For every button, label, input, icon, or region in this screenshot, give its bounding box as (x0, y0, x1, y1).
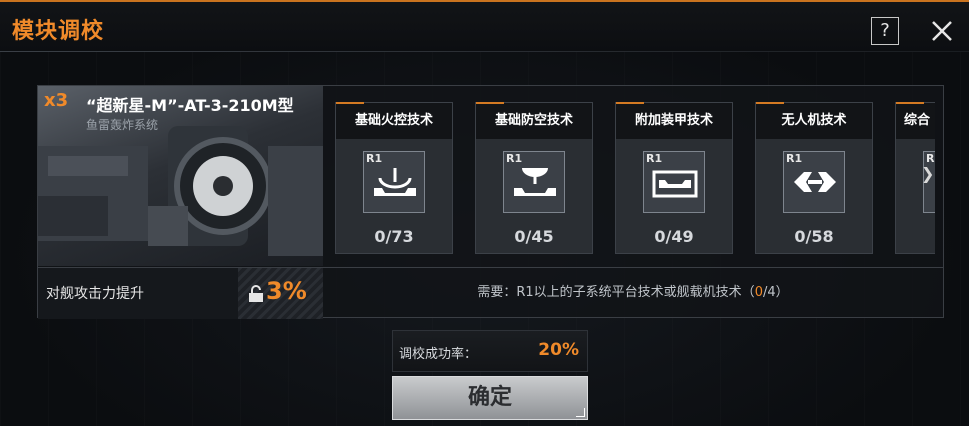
bonus-value-box: 3% (238, 268, 323, 319)
tech-card-drone[interactable]: 无人机技术 R1 0/58 (755, 102, 873, 254)
quantity-badge: x3 (44, 90, 69, 111)
tech-name: 综合 (896, 103, 935, 139)
requirement-current: 0 (754, 285, 763, 300)
requirement-suffix: /4） (762, 285, 789, 300)
scroll-right-arrow[interactable]: ❯ (921, 164, 934, 183)
tech-name: 基础火控技术 (336, 103, 452, 139)
card-accent (756, 102, 784, 104)
module-type: 鱼雷轰炸系统 (86, 118, 159, 132)
tech-card-armor[interactable]: 附加装甲技术 R1 0/49 (615, 102, 733, 254)
module-name: “超新星-M”-AT-3-210M型 (86, 96, 294, 115)
page-title: 模块调校 (12, 19, 105, 44)
help-button[interactable]: ? (871, 17, 899, 45)
card-accent (616, 102, 644, 104)
tech-name: 基础防空技术 (476, 103, 592, 139)
card-accent (336, 102, 364, 104)
tech-count: 0/45 (514, 227, 554, 246)
tech-name: 附加装甲技术 (616, 103, 732, 139)
tech-name: 无人机技术 (756, 103, 872, 139)
tech-count: 0/73 (374, 227, 414, 246)
success-rate-label: 调校成功率： (399, 347, 478, 362)
confirm-button[interactable]: 确定 (392, 376, 588, 420)
card-accent (476, 102, 504, 104)
drone-icon: R1 (783, 151, 845, 213)
tech-card-air-defense[interactable]: 基础防空技术 R1 0/45 (475, 102, 593, 254)
header-bar: 模块调校 ? (0, 0, 969, 52)
armor-icon: R1 (643, 151, 705, 213)
success-rate-value: 20% (538, 340, 579, 360)
module-card: x3 “超新星-M”-AT-3-210M型 鱼雷轰炸系统 (38, 86, 323, 266)
requirement-prefix: 需要：R1以上的子系统平台技术或舰载机技术（ (477, 285, 755, 300)
lock-icon (249, 285, 263, 302)
card-accent (896, 102, 924, 104)
tech-count: 0/49 (654, 227, 694, 246)
tuning-panel: x3 “超新星-M”-AT-3-210M型 鱼雷轰炸系统 对舰攻击力提升 3% … (37, 85, 944, 319)
close-icon (932, 21, 952, 41)
requirement-text: 需要：R1以上的子系统平台技术或舰载机技术（0/4） (323, 267, 943, 318)
air-defense-icon: R1 (503, 151, 565, 213)
bonus-row: 对舰攻击力提升 3% (38, 267, 323, 319)
bonus-value: 3% (266, 277, 307, 305)
success-rate-box: 调校成功率： 20% (392, 330, 588, 372)
tech-list: 基础火控技术 R1 0/73 基础防空技术 R1 0/45 附加装甲技术 R1 … (335, 102, 935, 256)
fire-control-icon: R1 (363, 151, 425, 213)
tech-count: 0/58 (794, 227, 834, 246)
bonus-label: 对舰攻击力提升 (46, 286, 144, 302)
close-button[interactable] (927, 16, 957, 46)
tech-card-fire-control[interactable]: 基础火控技术 R1 0/73 (335, 102, 453, 254)
